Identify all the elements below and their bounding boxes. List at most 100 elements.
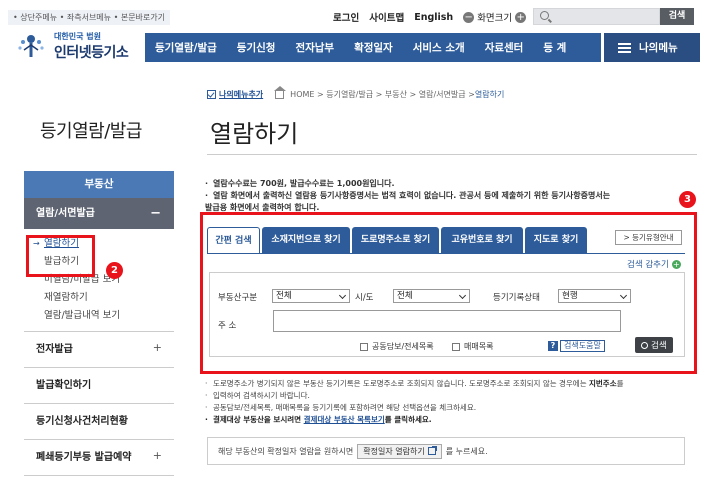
gnb-item[interactable]: 확정일자 [344, 40, 403, 55]
note-line: 입력하여 검색하시기 바랍니다. [205, 390, 685, 402]
plus-icon: + [671, 259, 681, 269]
lnb-sub-review[interactable]: 재열람하기 [44, 289, 174, 307]
region-select[interactable]: 전체 [393, 289, 470, 303]
search-icon [540, 11, 549, 20]
tab-map-search[interactable]: 지도로 찾기 [525, 227, 587, 253]
property-type-select[interactable]: 전체 [272, 289, 350, 303]
property-type-label: 부동산구분 [218, 293, 258, 303]
lnb-item-e-issue[interactable]: 전자발급 + [24, 332, 174, 368]
highlight-box [26, 235, 95, 277]
lnb-item-label: 등기신청사건처리현황 [36, 416, 128, 427]
registry-type-guide-button[interactable]: > 등기유형안내 [615, 230, 682, 245]
lnb-item-label: 폐쇄등기부등 발급예약 [36, 452, 132, 463]
fixed-date-view-button[interactable]: 확정일자 열람하기 [357, 443, 442, 459]
zoom-control: − 화면크기 + [463, 10, 527, 24]
note-emphasis: 지번주소 [589, 379, 617, 388]
checkbox-label: 매매목록 [464, 342, 494, 351]
note-line: 결제대상 부동산을 보시려면 결제대상 부동산 목록보기를 클릭하세요. [205, 414, 685, 426]
external-link-icon [427, 446, 437, 455]
sales-list-checkbox[interactable]: 매매목록 [452, 341, 493, 352]
step-badge: 2 [106, 262, 123, 279]
form-search-button[interactable]: 검색 [635, 337, 673, 353]
search-form: 부동산구분 전체 시/도 전체 등기기록상태 현행 주 소 공동담보/전세목록 … [209, 272, 685, 357]
tab-road-search[interactable]: 도로명주소로 찾기 [352, 227, 439, 253]
sitemap-link[interactable]: 사이트맵 [369, 10, 404, 24]
breadcrumb-path[interactable]: HOME > 등기열람/발급 > 부동산 > 열람/서면발급 > [290, 89, 475, 100]
gnb-item[interactable]: 등 계 [533, 40, 576, 55]
tab-simple-search[interactable]: 간편 검색 [207, 227, 260, 254]
notice-text: 해당 부동산의 확정일자 열람을 원하시면 [218, 446, 354, 456]
checkbox-box [360, 342, 368, 351]
gnb-item[interactable]: 전자납부 [285, 40, 344, 55]
fixed-date-view-label: 확정일자 열람하기 [363, 446, 425, 456]
breadcrumb: 나의메뉴추가 HOME > 등기열람/발급 > 부동산 > 열람/서면발급 > … [207, 85, 505, 100]
lnb-item-label: 발급확인하기 [36, 380, 92, 391]
note-text: 도로명주소가 병기되지 않은 부동산 등기기록은 도로명주소로 조회되지 않습니… [213, 379, 589, 388]
checkbox-icon [207, 90, 216, 99]
search-help-label: 검색도움말 [560, 340, 605, 352]
my-menu-label: 나의메뉴 [639, 42, 678, 54]
lnb-item-case-status[interactable]: 등기신청사건처리현황 [24, 404, 174, 440]
region-label: 시/도 [355, 293, 374, 303]
collapse-icon: − [150, 206, 161, 221]
checkbox-box [452, 342, 460, 351]
question-icon: ? [548, 341, 558, 351]
address-input[interactable] [273, 310, 621, 332]
note-text: 를 [616, 379, 624, 388]
breadcrumb-current: 열람하기 [474, 90, 505, 99]
logo-title: 인터넷등기소 [54, 45, 129, 61]
tab-id-search[interactable]: 고유번호로 찾기 [441, 227, 523, 253]
lnb-item-label: 전자발급 [36, 344, 73, 355]
add-my-menu-label: 나의메뉴추가 [219, 90, 264, 99]
search-icon [641, 341, 648, 349]
gnb-item[interactable]: 등기열람/발급 [145, 40, 227, 55]
zoom-label: 화면크기 [477, 13, 513, 24]
note-text: 를 클릭하세요. [384, 415, 432, 424]
gnb-item[interactable]: 자료센터 [475, 40, 534, 55]
note-text: 결제대상 부동산을 보시려면 [213, 415, 304, 424]
expand-icon: + [152, 449, 162, 462]
add-my-menu-link[interactable]: 나의메뉴추가 [207, 89, 263, 100]
title-divider [207, 154, 697, 155]
search-help-link[interactable]: ? 검색도움말 [548, 340, 605, 352]
info-line: 열람수수료는 700원, 발급수수료는 1,000원입니다. [205, 178, 675, 190]
expand-icon: + [152, 341, 162, 354]
fee-info: 열람수수료는 700원, 발급수수료는 1,000원입니다. 열람 화면에서 출… [205, 178, 675, 214]
search-tabs: 간편 검색 소재지번으로 찾기 도로명주소로 찾기 고유번호로 찾기 지도로 찾… [207, 227, 587, 254]
tab-lot-search[interactable]: 소재지번으로 찾기 [262, 227, 350, 253]
step-badge: 3 [679, 191, 696, 208]
lnb-sub-history[interactable]: 열람/발급내역 보기 [44, 307, 174, 325]
skip-links[interactable]: • 상단주메뉴 • 좌측서브메뉴 • 본문바로가기 [8, 10, 170, 25]
zoom-out-icon[interactable]: − [463, 11, 475, 23]
gnb-item[interactable]: 등기신청 [227, 40, 286, 55]
tab-underline [207, 253, 685, 254]
lnb-item-label: 열람/서면발급 [36, 208, 95, 219]
login-link[interactable]: 로그인 [333, 10, 359, 24]
search-panel: 간편 검색 소재지번으로 찾기 도로명주소로 찾기 고유번호로 찾기 지도로 찾… [207, 227, 687, 367]
joint-collateral-checkbox[interactable]: 공동담보/전세목록 [360, 341, 434, 352]
utility-bar: 로그인 사이트맵 English − 화면크기 + [333, 10, 527, 24]
hide-search-label: 검색 감추기 [627, 260, 669, 270]
my-menu-button[interactable]: 나의메뉴 [604, 33, 700, 62]
lnb-item-verify[interactable]: 발급확인하기 [24, 368, 174, 404]
search-button[interactable]: 검색 [660, 8, 694, 25]
search-notes: 도로명주소가 병기되지 않은 부동산 등기기록은 도로명주소로 조회되지 않습니… [205, 378, 685, 426]
main-navigation: 등기열람/발급 등기신청 전자납부 확정일자 서비스 소개 자료센터 등 계 [145, 33, 601, 62]
fixed-date-notice: 해당 부동산의 확정일자 열람을 원하시면 확정일자 열람하기 를 누르세요. [207, 437, 685, 465]
section-title: 등기열람/발급 [40, 121, 142, 142]
search-input[interactable] [533, 8, 660, 25]
notice-text: 를 누르세요. [445, 446, 488, 456]
record-status-select[interactable]: 현행 [558, 289, 631, 303]
court-emblem-icon [18, 35, 44, 57]
payment-list-link[interactable]: 결제대상 부동산 목록보기 [304, 415, 385, 424]
note-line: 도로명주소가 병기되지 않은 부동산 등기기록은 도로명주소로 조회되지 않습니… [205, 378, 685, 390]
gnb-item[interactable]: 서비스 소개 [403, 40, 475, 55]
lnb-item-closed-reserve[interactable]: 폐쇄등기부등 발급예약 + [24, 440, 174, 476]
left-navigation: 부동산 열람/서면발급 − 열람하기 발급하기 미열람/미발급 보기 재열람하기… [24, 171, 174, 476]
zoom-in-icon[interactable]: + [515, 11, 527, 23]
lnb-item-active[interactable]: 열람/서면발급 − [24, 198, 174, 229]
hide-search-toggle[interactable]: 검색 감추기 + [627, 258, 681, 270]
site-logo[interactable]: 대한민국 법원 인터넷등기소 [12, 28, 137, 63]
lnb-category[interactable]: 부동산 [24, 171, 174, 198]
english-link[interactable]: English [414, 12, 453, 23]
